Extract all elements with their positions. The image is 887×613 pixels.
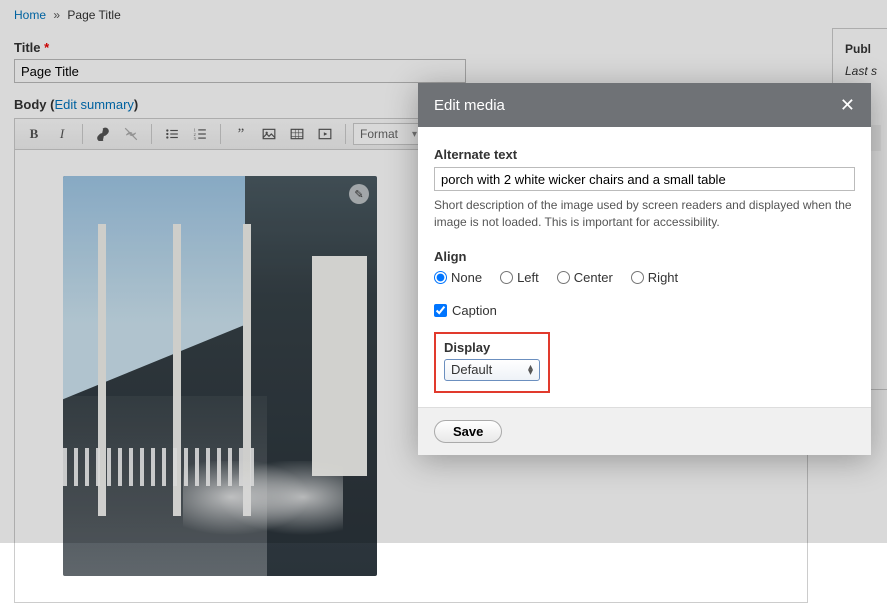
align-label: Align bbox=[434, 249, 855, 264]
link-button[interactable] bbox=[90, 122, 116, 146]
table-button[interactable] bbox=[284, 122, 310, 146]
alt-text-label: Alternate text bbox=[434, 147, 855, 162]
media-button[interactable] bbox=[312, 122, 338, 146]
align-left-radio[interactable]: Left bbox=[500, 270, 539, 285]
caption-label: Caption bbox=[452, 303, 497, 318]
breadcrumb-sep: » bbox=[53, 8, 60, 22]
close-icon[interactable]: ✕ bbox=[840, 95, 855, 116]
image-button[interactable] bbox=[256, 122, 282, 146]
title-label: Title * bbox=[14, 40, 49, 55]
image-icon bbox=[262, 127, 276, 141]
breadcrumb: Home » Page Title bbox=[0, 0, 887, 30]
alt-text-description: Short description of the image used by s… bbox=[434, 197, 855, 231]
save-button[interactable]: Save bbox=[434, 420, 502, 443]
edit-media-modal: Edit media ✕ Alternate text Short descri… bbox=[418, 83, 871, 455]
bold-button[interactable]: B bbox=[21, 122, 47, 146]
bullet-list-button[interactable] bbox=[159, 122, 185, 146]
title-input[interactable] bbox=[14, 59, 466, 83]
chevron-updown-icon: ▴▾ bbox=[528, 365, 533, 375]
modal-header: Edit media ✕ bbox=[418, 83, 871, 127]
media-icon bbox=[318, 127, 332, 141]
display-highlight: Display Default ▴▾ bbox=[434, 332, 550, 393]
breadcrumb-home[interactable]: Home bbox=[14, 8, 46, 22]
unlink-button[interactable] bbox=[118, 122, 144, 146]
italic-button[interactable]: I bbox=[49, 122, 75, 146]
unlink-icon bbox=[124, 127, 138, 141]
embedded-image[interactable]: ✎ bbox=[63, 176, 377, 576]
caption-checkbox[interactable] bbox=[434, 304, 447, 317]
align-right-radio[interactable]: Right bbox=[631, 270, 678, 285]
format-dropdown[interactable]: Format bbox=[353, 123, 423, 145]
align-center-radio[interactable]: Center bbox=[557, 270, 613, 285]
number-list-icon: 123 bbox=[193, 127, 207, 141]
bullet-list-icon bbox=[165, 127, 179, 141]
number-list-button[interactable]: 123 bbox=[187, 122, 213, 146]
display-label: Display bbox=[444, 340, 540, 355]
modal-title: Edit media bbox=[434, 97, 505, 114]
display-select[interactable]: Default ▴▾ bbox=[444, 359, 540, 381]
svg-text:3: 3 bbox=[194, 136, 196, 141]
alt-text-input[interactable] bbox=[434, 167, 855, 191]
align-none-radio[interactable]: None bbox=[434, 270, 482, 285]
breadcrumb-page: Page Title bbox=[67, 8, 120, 22]
blockquote-button[interactable]: ” bbox=[228, 122, 254, 146]
table-icon bbox=[290, 127, 304, 141]
pencil-icon[interactable]: ✎ bbox=[349, 184, 369, 204]
edit-summary-link[interactable]: Edit summary bbox=[54, 97, 133, 112]
link-icon bbox=[96, 127, 110, 141]
